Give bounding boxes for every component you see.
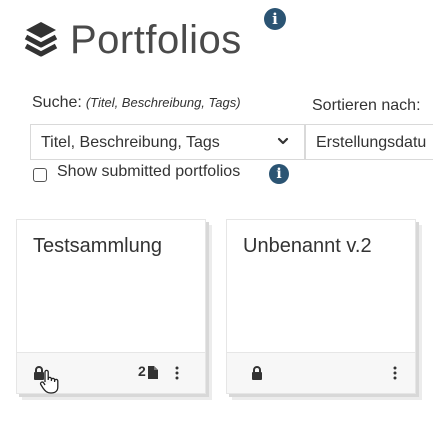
portfolio-title[interactable]: Testsammlung <box>33 235 162 258</box>
sort-select[interactable]: Erstellungsdatu <box>305 124 433 160</box>
layers-icon <box>24 20 58 60</box>
portfolio-title[interactable]: Unbenannt v.2 <box>243 235 372 258</box>
sort-label: Sortieren nach: <box>312 97 421 114</box>
search-field-value: Titel, Beschreibung, Tags <box>41 134 220 151</box>
portfolio-card[interactable]: Unbenannt v.2 <box>226 219 416 394</box>
card-footer <box>227 353 415 393</box>
page-count: 2 <box>138 363 146 379</box>
search-label: Suche: (Titel, Beschreibung, Tags) <box>32 94 241 112</box>
search-hint: (Titel, Beschreibung, Tags) <box>85 95 241 110</box>
portfolio-card[interactable]: Testsammlung 2 <box>16 219 206 394</box>
show-submitted-checkbox[interactable] <box>33 168 47 182</box>
hand-cursor-icon <box>39 369 61 395</box>
page-title: Portfolios <box>70 18 242 62</box>
more-options-icon[interactable] <box>175 366 179 380</box>
lock-icon[interactable] <box>251 366 263 380</box>
chevron-down-icon <box>276 134 290 148</box>
search-label-text: Suche: <box>32 94 82 111</box>
sort-value: Erstellungsdatu <box>316 134 427 151</box>
more-options-icon[interactable] <box>393 366 397 380</box>
search-field-select[interactable]: Titel, Beschreibung, Tags <box>30 124 305 160</box>
info-icon[interactable]: i <box>269 164 289 184</box>
card-footer: 2 <box>17 353 205 395</box>
show-submitted-label[interactable]: Show submitted portfolios <box>57 163 240 181</box>
info-icon[interactable]: i <box>264 8 286 30</box>
file-icon <box>148 366 158 379</box>
